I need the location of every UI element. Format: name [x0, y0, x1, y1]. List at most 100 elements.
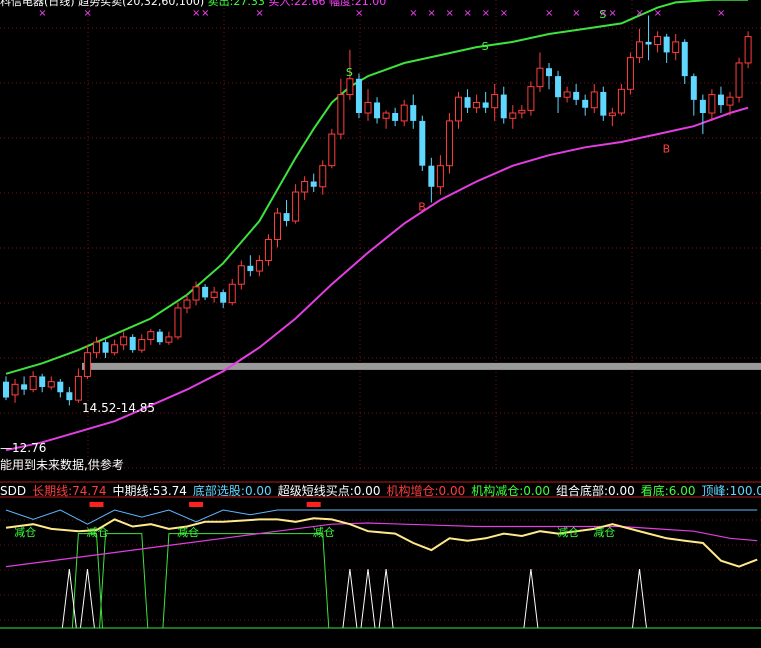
- indicator-item: 长期线:74.74: [32, 484, 106, 498]
- indicator-item-value: 0.00: [523, 484, 550, 498]
- x-mark: ×: [608, 8, 616, 19]
- candle-body: [346, 78, 354, 96]
- x-mark: ×: [545, 8, 553, 19]
- title-main: 科信电器(日线) 趋势买卖(20,32,60,100): [0, 0, 205, 8]
- indicator-item: 看底:6.00: [641, 484, 696, 498]
- candle-body: [129, 336, 136, 351]
- candle-body: [138, 339, 146, 351]
- indicator-legend: SDD 长期线:74.74 中期线:53.74 底部选股:0.00 超级短线买点:0.…: [0, 484, 761, 498]
- candle-body: [319, 165, 327, 188]
- candle-body: [11, 383, 19, 396]
- indicator-item-label: 顶峰:: [701, 484, 730, 498]
- candle-body: [264, 238, 272, 262]
- candle-body: [681, 41, 688, 77]
- candle-body: [445, 120, 453, 167]
- candle-body: [283, 213, 290, 222]
- x-mark: ×: [38, 8, 46, 19]
- candle-body: [464, 97, 471, 108]
- candle-body: [74, 375, 82, 401]
- title-range: 幅度:21.00: [329, 0, 387, 8]
- reduce-block: [162, 533, 330, 629]
- candle-body: [590, 91, 598, 109]
- candle-body: [735, 62, 743, 98]
- candle-body: [292, 191, 300, 222]
- candle-body: [744, 36, 752, 64]
- candle-body: [708, 94, 716, 114]
- indicator-item: 组合底部:0.00: [556, 484, 635, 498]
- candle-body: [672, 41, 680, 53]
- candle-body: [726, 96, 734, 106]
- candle-body: [355, 78, 362, 114]
- candle-body: [120, 336, 128, 346]
- indicator-item: 底部选股:0.00: [193, 484, 272, 498]
- x-mark: ×: [717, 8, 725, 19]
- candle-body: [202, 286, 209, 298]
- buy-point-mark: [89, 502, 104, 507]
- indicator-item-label: 机构减仓:: [471, 484, 524, 498]
- title-buy: 买入:22.66: [268, 0, 326, 8]
- candle-body: [491, 94, 499, 109]
- x-mark: ×: [654, 8, 662, 19]
- candle-body: [699, 99, 706, 114]
- candle-body: [310, 181, 317, 187]
- lower-band-line: [5, 106, 749, 452]
- candle-body: [645, 41, 652, 45]
- mid-term-line: [5, 517, 758, 568]
- candle-body: [419, 120, 426, 166]
- x-mark: ×: [599, 8, 607, 19]
- candle-body: [400, 104, 408, 122]
- candle-body: [473, 101, 481, 109]
- candle-body: [228, 283, 236, 304]
- candle-body: [392, 113, 399, 121]
- buy-signal-label: B: [418, 200, 426, 213]
- indicator-item: 机构减仓:0.00: [471, 484, 550, 498]
- indicator-item: 超级短线买点:0.00: [278, 484, 381, 498]
- candle-body: [147, 331, 155, 341]
- candle-body: [174, 307, 182, 338]
- candle-body: [83, 352, 91, 377]
- candle-body: [555, 76, 562, 98]
- candle-body: [690, 76, 697, 100]
- candle-body: [66, 392, 73, 401]
- indicator-item-label: 组合底部:: [555, 484, 609, 498]
- candle-body: [39, 376, 46, 387]
- candle-body: [527, 86, 535, 111]
- candle-body: [255, 260, 263, 272]
- reduce-label: 减仓: [557, 525, 579, 539]
- indicator-item-value: 0.00: [244, 484, 272, 498]
- candle-body: [573, 91, 580, 100]
- candle-body: [717, 94, 724, 106]
- candle-body: [382, 112, 390, 119]
- indicator-item-label: 超级短线买点:: [277, 484, 354, 498]
- candle-body: [536, 67, 544, 88]
- indicator-item-value: 0.00: [608, 484, 635, 498]
- candle-body: [546, 68, 552, 77]
- candle-body: [509, 112, 517, 119]
- x-mark: ×: [572, 8, 580, 19]
- x-mark: ×: [482, 8, 490, 19]
- candle-body: [654, 36, 662, 46]
- x-mark: ×: [500, 8, 508, 19]
- indicator-item-value: 74.74: [72, 484, 107, 498]
- indicator-name[interactable]: SDD: [0, 484, 26, 498]
- peak-spike: [360, 568, 376, 629]
- candle-body: [220, 292, 227, 303]
- chart-title: 科信电器(日线) 趋势买卖(20,32,60,100) 卖出:27.33 买入:…: [0, 0, 386, 9]
- indicator-item: 顶峰:100.00: [702, 484, 761, 498]
- peak-spike: [632, 568, 647, 629]
- buy-signal-label: B: [663, 143, 671, 156]
- peak-spike: [342, 568, 358, 629]
- low-price-label: —12.76: [0, 441, 47, 455]
- candle-body: [3, 381, 9, 398]
- buy-point-mark: [189, 502, 204, 507]
- candle-body: [663, 36, 670, 53]
- candle-body: [337, 94, 345, 135]
- x-mark: ×: [83, 8, 91, 19]
- reduce-block: [99, 533, 149, 629]
- candle-body: [410, 105, 417, 121]
- candle-body: [21, 384, 28, 390]
- candle-body: [626, 57, 634, 90]
- x-mark: ×: [355, 8, 363, 19]
- candle-body: [582, 99, 589, 108]
- candle-body: [247, 265, 254, 272]
